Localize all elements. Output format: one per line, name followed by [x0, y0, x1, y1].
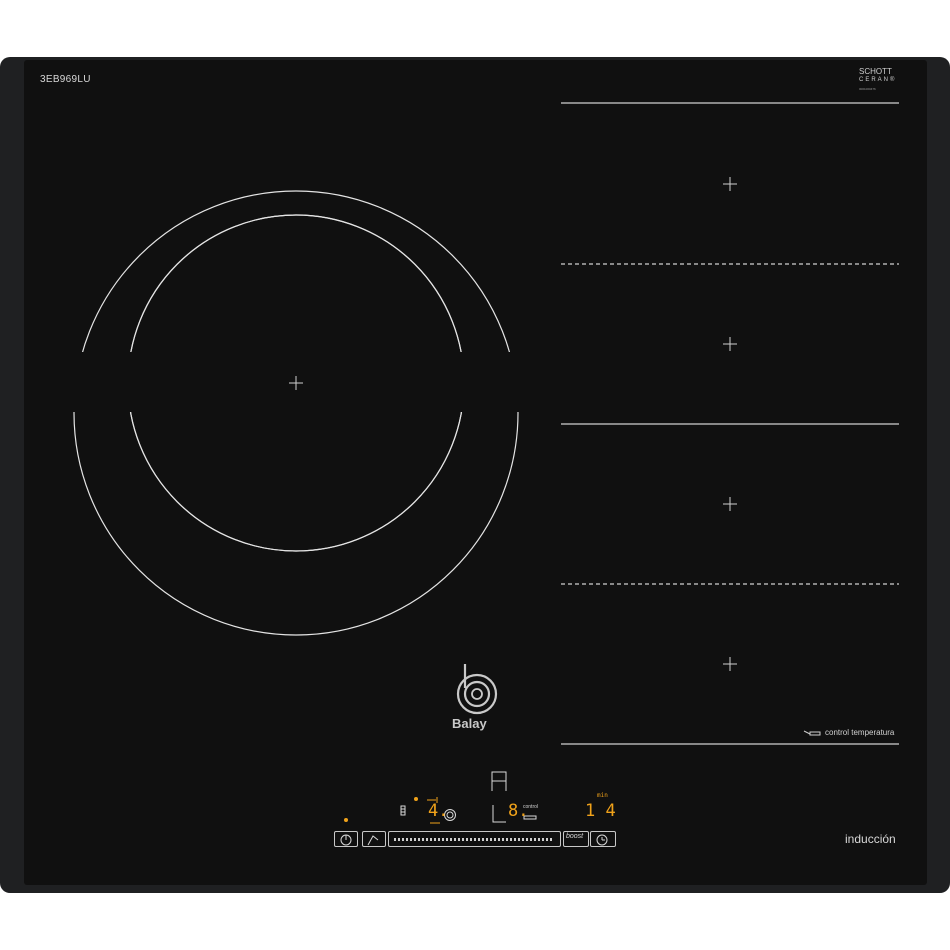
timer-button[interactable] [590, 831, 616, 847]
balay-logo-icon [456, 664, 498, 715]
glass-brand-line1: SCHOTT [859, 67, 892, 76]
glass-brand: SCHOTT CERAN® 0001000476 [859, 68, 896, 93]
glass-brand-code: 0001000476 [859, 87, 876, 91]
display-a [491, 771, 507, 791]
slider-ticks [394, 838, 554, 841]
glass-brand-line2: CERAN® [859, 77, 897, 83]
timer-display: 1 4 [585, 801, 616, 821]
power-indicator-dot [344, 818, 348, 822]
cooking-zones [60, 102, 899, 846]
control-tag: control [523, 804, 539, 810]
timer-unit: min [597, 792, 608, 799]
power-button[interactable] [334, 831, 358, 847]
dual-zone [73, 190, 519, 636]
pan-icon [803, 730, 821, 736]
brand-name: Balay [452, 716, 487, 731]
induccion-label: inducción [845, 832, 896, 846]
zone-selector-icon [400, 805, 406, 816]
wipe-protection-button[interactable] [362, 831, 386, 847]
model-number: 3EB969LU [40, 74, 91, 85]
left-level-display: 4. [428, 801, 449, 821]
control-temperatura-label: control temperatura [825, 728, 895, 737]
zone-indicator-dot [414, 797, 418, 801]
display-u [492, 805, 506, 823]
boost-label: boost [566, 833, 584, 840]
flex-zone-lines [561, 102, 899, 745]
